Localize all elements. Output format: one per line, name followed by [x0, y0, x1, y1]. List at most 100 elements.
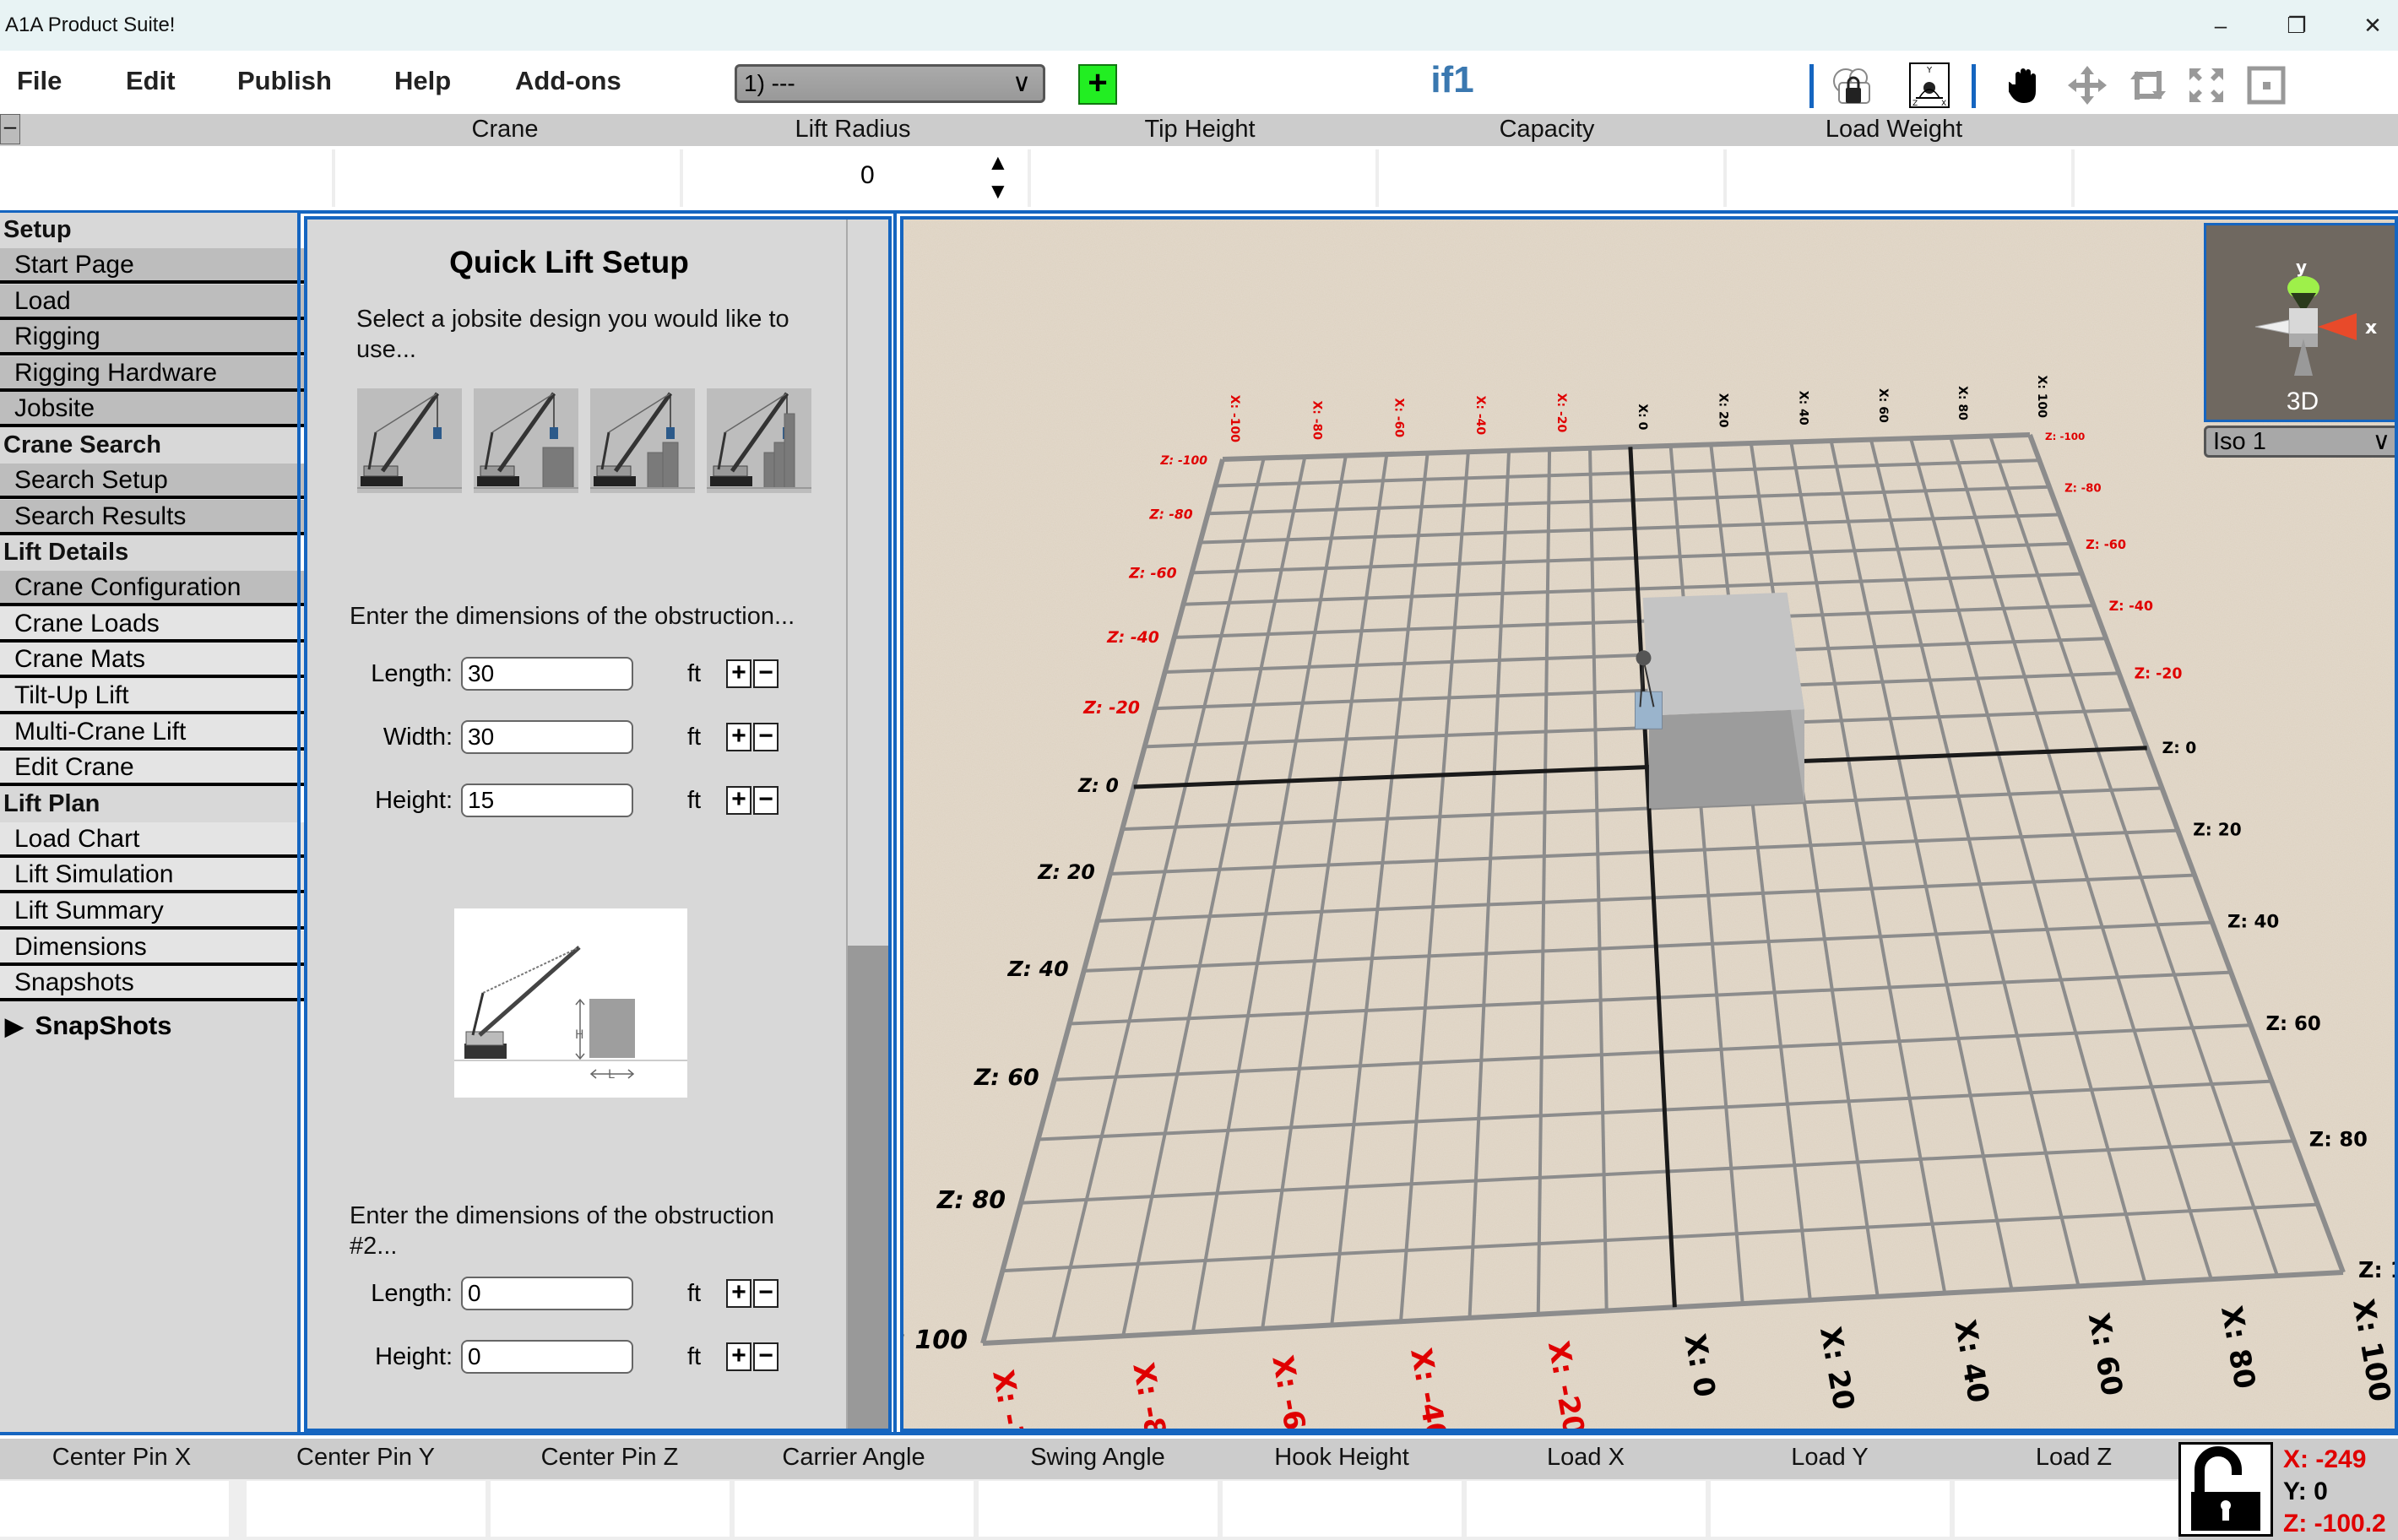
sidebar-item-search-results[interactable]: Search Results — [0, 499, 305, 535]
x-label-far: X: 80 — [1956, 386, 1969, 420]
center-pin-z-value — [491, 1481, 730, 1537]
menu-edit[interactable]: Edit — [126, 66, 176, 96]
navcube-y-label: y — [2296, 257, 2307, 277]
obstruction1-length-input[interactable] — [461, 657, 633, 691]
obstruction1-width-increment-button[interactable]: + — [726, 723, 751, 751]
obstruction2-height-increment-button[interactable]: + — [726, 1342, 751, 1371]
obstruction1-height-unit: ft — [687, 787, 702, 814]
hand-pan-icon[interactable] — [2003, 62, 2048, 108]
sidebar-item-rigging-hardware[interactable]: Rigging Hardware — [0, 355, 305, 392]
jobsite-design-two-buildings[interactable] — [590, 388, 695, 493]
obstruction2-length-increment-button[interactable]: + — [726, 1279, 751, 1308]
cursor-coordinates: X: -249 Y: 0 Z: -100.2 — [2178, 1439, 2398, 1540]
decrement-arrow-icon[interactable]: ▼ — [987, 178, 1009, 204]
sidebar-nav: Setup Start Page Load Rigging Rigging Hardwa… — [0, 213, 305, 1435]
sidebar-item-tilt-up-lift[interactable]: Tilt-Up Lift — [0, 679, 305, 714]
sidebar-item-edit-crane[interactable]: Edit Crane — [0, 751, 305, 787]
jobsite-design-three-buildings[interactable] — [707, 388, 811, 493]
sidebar-item-multi-crane-lift[interactable]: Multi-Crane Lift — [0, 714, 305, 751]
x-label-far: X: -60 — [1392, 399, 1405, 438]
rotate-icon[interactable] — [2125, 62, 2171, 108]
col-center-pin-z: Center Pin Z — [540, 1444, 679, 1471]
navigation-cube[interactable]: y x 3D — [2204, 223, 2395, 422]
lift-select-dropdown[interactable]: 1) --- ∨ — [735, 64, 1045, 103]
quick-lift-setup-panel: Quick Lift Setup Select a jobsite design… — [304, 216, 892, 1432]
obstruction2-height-decrement-button[interactable]: − — [753, 1342, 779, 1371]
carrier-angle-value — [735, 1481, 974, 1537]
toolbar-divider — [1972, 64, 1976, 108]
view-preset-dropdown[interactable]: Iso 1 ∨ — [2204, 426, 2395, 458]
increment-arrow-icon[interactable]: ▲ — [987, 149, 1009, 176]
jobsite-design-one-building[interactable] — [474, 388, 578, 493]
sidebar-item-jobsite[interactable]: Jobsite — [0, 392, 305, 428]
obstruction1-height-decrement-button[interactable]: − — [753, 786, 779, 815]
divider — [297, 213, 301, 1435]
z-label-left: Z: 80 — [936, 1186, 1006, 1214]
sidebar-item-crane-configuration[interactable]: Crane Configuration — [0, 571, 305, 607]
extra-value — [2071, 149, 2398, 207]
x-label-far: X: 20 — [1716, 393, 1729, 428]
obstruction1-length-decrement-button[interactable]: − — [753, 659, 779, 688]
close-button[interactable]: ✕ — [2347, 7, 2398, 44]
sidebar-item-lift-summary[interactable]: Lift Summary — [0, 894, 305, 930]
fit-view-icon[interactable] — [2184, 62, 2229, 108]
z-label-left: Z: -60 — [1128, 565, 1176, 582]
obstruction2-length-decrement-button[interactable]: − — [753, 1279, 779, 1308]
snapshots-toggle[interactable]: ▶ SnapShots — [5, 1011, 171, 1041]
sidebar-item-lift-simulation[interactable]: Lift Simulation — [0, 858, 305, 894]
sidebar-item-load-chart[interactable]: Load Chart — [0, 822, 305, 858]
col-center-pin-y: Center Pin Y — [296, 1444, 435, 1471]
add-lift-button[interactable]: + — [1078, 64, 1117, 105]
chevron-down-icon: ∨ — [2372, 428, 2390, 455]
svg-text:Z: Z — [1912, 100, 1918, 108]
camera-lock-icon[interactable] — [1831, 62, 1876, 108]
menu-publish[interactable]: Publish — [237, 66, 332, 96]
restore-button[interactable]: ❐ — [2271, 7, 2322, 44]
z-label-right: Z: -60 — [2086, 538, 2126, 552]
menu-file[interactable]: File — [17, 66, 62, 96]
lift-select-value: 1) --- — [744, 70, 795, 96]
move-icon[interactable] — [2064, 62, 2110, 108]
obstruction1-height-input[interactable] — [461, 784, 633, 817]
col-tip-height: Tip Height — [1144, 116, 1256, 143]
z-label-right: Z: -100 — [2045, 431, 2085, 442]
sidebar-item-load[interactable]: Load — [0, 284, 305, 320]
sidebar-item-search-setup[interactable]: Search Setup — [0, 464, 305, 499]
obstruction1-length-increment-button[interactable]: + — [726, 659, 751, 688]
axis-view-icon[interactable]: Y Z X — [1907, 62, 1952, 108]
x-label-far: X: 0 — [1636, 404, 1649, 430]
z-label-right: Z: 80 — [2309, 1127, 2368, 1151]
frame-icon[interactable] — [2243, 62, 2289, 108]
obstruction1-width-decrement-button[interactable]: − — [753, 723, 779, 751]
sidebar-item-start-page[interactable]: Start Page — [0, 248, 305, 284]
sidebar-item-crane-mats[interactable]: Crane Mats — [0, 643, 305, 679]
sidebar-item-crane-loads[interactable]: Crane Loads — [0, 606, 305, 643]
panel-scrollbar-thumb[interactable] — [848, 946, 888, 1429]
jobsite-design-crane-only[interactable] — [357, 388, 462, 493]
minimize-button[interactable]: – — [2195, 7, 2246, 44]
sidebar-item-dimensions[interactable]: Dimensions — [0, 930, 305, 966]
diagram-length-label: L — [608, 1068, 615, 1082]
3d-viewport[interactable]: X: -100 X: -100 Z: -100 Z: -100 X: -80 X: -80… — [900, 216, 2398, 1432]
menu-addons[interactable]: Add-ons — [515, 66, 621, 96]
lift-radius-stepper[interactable]: 0 ▲ ▼ — [680, 149, 1028, 207]
obstruction1-height-increment-button[interactable]: + — [726, 786, 751, 815]
svg-text:Y: Y — [1926, 66, 1933, 75]
lock-toggle-button[interactable] — [2178, 1442, 2273, 1537]
sidebar-item-snapshots[interactable]: Snapshots — [0, 966, 305, 1002]
z-label-left: Z: 0 — [1077, 776, 1119, 797]
sidebar-section-title: Setup — [3, 216, 72, 243]
lift-status-values: 0 ▲ ▼ — [0, 146, 2398, 210]
center-pin-y-value — [247, 1481, 486, 1537]
sidebar-item-rigging[interactable]: Rigging — [0, 320, 305, 356]
menu-help[interactable]: Help — [394, 66, 451, 96]
col-capacity: Capacity — [1499, 116, 1595, 143]
obstruction1-width-input[interactable] — [461, 720, 633, 754]
z-label-right: Z: 20 — [2193, 820, 2241, 840]
col-center-pin-x: Center Pin X — [52, 1444, 192, 1471]
obstruction2-length-input[interactable] — [461, 1277, 633, 1310]
cursor-z: Z: -100.2 — [2283, 1510, 2386, 1537]
z-label-left: Z: 100 — [900, 1326, 968, 1355]
collapse-button[interactable]: – — [0, 114, 20, 144]
obstruction2-height-input[interactable] — [461, 1340, 633, 1374]
